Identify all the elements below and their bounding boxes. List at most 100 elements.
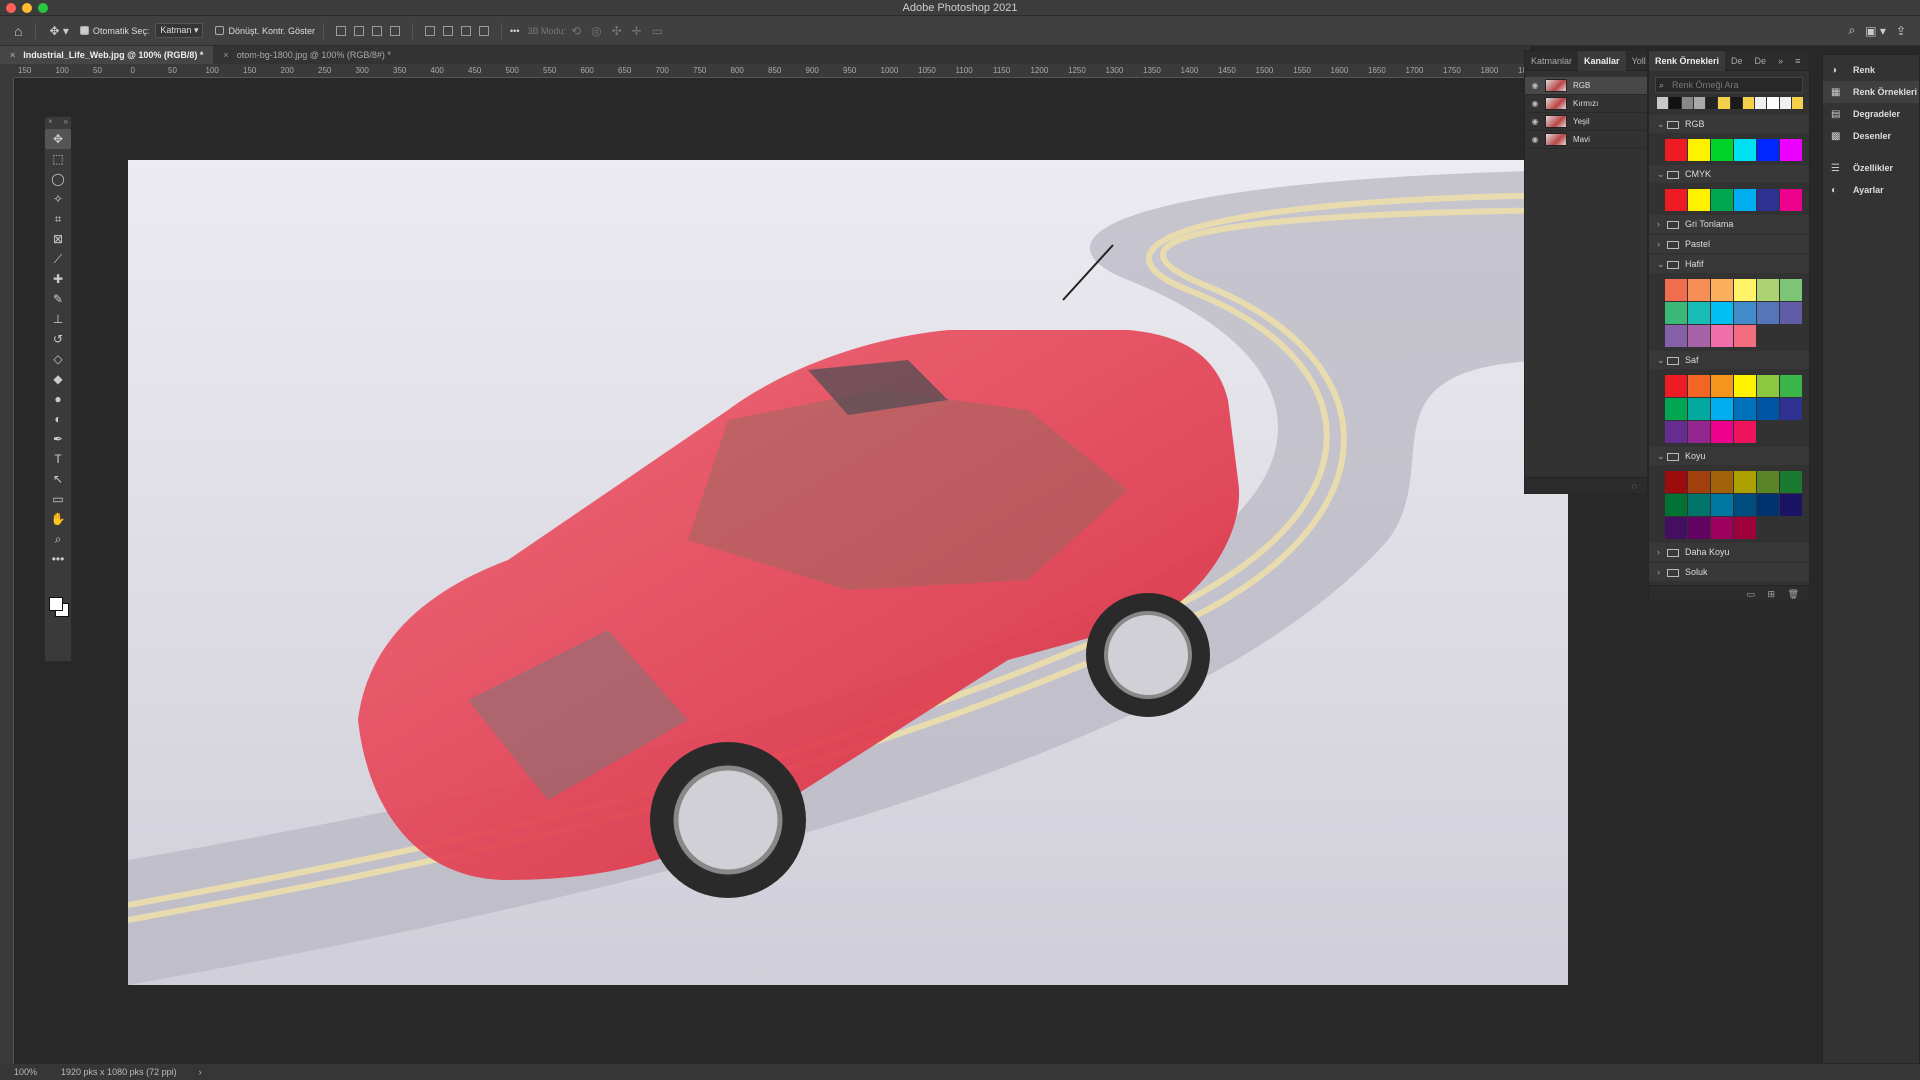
- minimize-window-button[interactable]: [22, 3, 32, 13]
- recent-swatch[interactable]: [1755, 97, 1767, 109]
- move-tool-preset-icon[interactable]: ✥ ▾: [49, 24, 68, 38]
- recent-swatch[interactable]: [1742, 97, 1754, 109]
- recent-swatch[interactable]: [1779, 97, 1791, 109]
- auto-select-dropdown[interactable]: Katman ▾: [155, 23, 204, 38]
- close-tab-icon[interactable]: ×: [10, 50, 15, 60]
- align-top-icon[interactable]: [425, 25, 436, 36]
- swatch-group-header[interactable]: › Soluk: [1649, 563, 1809, 581]
- color-swatch[interactable]: [1688, 279, 1710, 301]
- eyedropper-icon[interactable]: ⟋: [45, 249, 71, 269]
- workspace-icon[interactable]: ▣ ▾: [1865, 24, 1886, 38]
- panel-item-adjustments[interactable]: ◐ Ayarlar: [1823, 179, 1919, 201]
- new-group-icon[interactable]: ▭: [1746, 589, 1755, 599]
- panel-item-pattern[interactable]: ▩ Desenler: [1823, 125, 1919, 147]
- color-swatch[interactable]: [1780, 279, 1802, 301]
- recent-swatch[interactable]: [1693, 97, 1705, 109]
- stamp-icon[interactable]: ⊥: [45, 309, 71, 329]
- color-swatch[interactable]: [1711, 279, 1733, 301]
- paint-bucket-icon[interactable]: ◆: [45, 369, 71, 389]
- tab-channels[interactable]: Kanallar: [1578, 50, 1626, 71]
- color-swatch[interactable]: [1757, 139, 1779, 161]
- document-tab-1[interactable]: × Industrial_Life_Web.jpg @ 100% (RGB/8) …: [0, 46, 214, 64]
- color-swatch[interactable]: [1665, 517, 1687, 539]
- align-left-icon[interactable]: [336, 25, 347, 36]
- swatch-group-header[interactable]: ⌄ Koyu: [1649, 447, 1809, 465]
- color-swatch[interactable]: [1688, 494, 1710, 516]
- color-swatch[interactable]: [1780, 398, 1802, 420]
- color-swatch[interactable]: [1688, 421, 1710, 443]
- color-swatch[interactable]: [1734, 375, 1756, 397]
- color-swatch[interactable]: [1734, 302, 1756, 324]
- visibility-eye-icon[interactable]: ◉: [1529, 135, 1541, 144]
- close-window-button[interactable]: [6, 3, 16, 13]
- color-swatch[interactable]: [1688, 189, 1710, 211]
- chevron-right-icon[interactable]: ›: [1657, 215, 1667, 233]
- color-swatch[interactable]: [1757, 494, 1779, 516]
- chevron-right-icon[interactable]: ›: [1657, 235, 1667, 253]
- color-swatch[interactable]: [1688, 517, 1710, 539]
- horizontal-ruler[interactable]: 150 100 50 0 50 100 150 200 250 300 350 400 450 500 55…: [14, 64, 1530, 78]
- swatch-search-input[interactable]: ⌕ Renk Örneği Ara: [1655, 77, 1803, 93]
- panel-item-properties[interactable]: ☰ Özellikler: [1823, 157, 1919, 179]
- swatch-group-header[interactable]: › Gri Tonlama: [1649, 215, 1809, 233]
- color-swatch[interactable]: [1734, 471, 1756, 493]
- color-swatch[interactable]: [1665, 494, 1687, 516]
- color-swatch[interactable]: [1665, 189, 1687, 211]
- color-swatch[interactable]: [1688, 375, 1710, 397]
- path-select-icon[interactable]: ↖: [45, 469, 71, 489]
- color-swatch[interactable]: [1665, 325, 1687, 347]
- frame-icon[interactable]: ⊠: [45, 229, 71, 249]
- hand-icon[interactable]: ✋: [45, 509, 71, 529]
- swatch-group-header[interactable]: › Daha Koyu: [1649, 543, 1809, 561]
- color-swatch[interactable]: [1734, 279, 1756, 301]
- align-center-icon[interactable]: [354, 25, 365, 36]
- recent-swatch[interactable]: [1718, 97, 1730, 109]
- swatch-group-header[interactable]: › Pastel: [1649, 235, 1809, 253]
- search-icon[interactable]: ⌕: [1849, 23, 1856, 38]
- tab-layers[interactable]: Katmanlar: [1525, 51, 1578, 71]
- color-swatch[interactable]: [1688, 302, 1710, 324]
- recent-swatch[interactable]: [1767, 97, 1779, 109]
- color-swatch[interactable]: [1711, 325, 1733, 347]
- zoom-window-button[interactable]: [38, 3, 48, 13]
- type-icon[interactable]: T: [45, 449, 71, 469]
- load-selection-icon[interactable]: ◌: [1632, 481, 1637, 491]
- channel-row[interactable]: ◉ Kırmızı: [1525, 95, 1647, 113]
- magic-wand-icon[interactable]: ✧: [45, 189, 71, 209]
- color-swatch[interactable]: [1711, 494, 1733, 516]
- color-swatch[interactable]: [1734, 494, 1756, 516]
- close-tab-icon[interactable]: ×: [223, 50, 228, 60]
- color-swatch[interactable]: [1757, 398, 1779, 420]
- color-swatch[interactable]: [1688, 325, 1710, 347]
- recent-swatch[interactable]: [1791, 97, 1803, 109]
- color-swatch[interactable]: [1665, 421, 1687, 443]
- chevron-right-icon[interactable]: ›: [1657, 563, 1667, 581]
- align-bottom-icon[interactable]: [461, 25, 472, 36]
- expand-icon[interactable]: »: [64, 117, 68, 129]
- healing-icon[interactable]: ✚: [45, 269, 71, 289]
- color-swatch[interactable]: [1734, 517, 1756, 539]
- color-swatch[interactable]: [1734, 421, 1756, 443]
- history-brush-icon[interactable]: ↺: [45, 329, 71, 349]
- slide-3d-icon[interactable]: ✛: [632, 24, 642, 38]
- chevron-down-icon[interactable]: ⌄: [1657, 255, 1667, 273]
- new-swatch-icon[interactable]: ⊞: [1768, 589, 1776, 599]
- chevron-right-icon[interactable]: ›: [1657, 543, 1667, 561]
- swatch-group-header[interactable]: ⌄ CMYK: [1649, 165, 1809, 183]
- panel-item-color-wheel[interactable]: ◑ Renk: [1823, 59, 1919, 81]
- blur-icon[interactable]: ●: [45, 389, 71, 409]
- video-camera-icon[interactable]: ▭: [652, 24, 663, 38]
- chevron-down-icon[interactable]: ⌄: [1657, 447, 1667, 465]
- panel-item-swatches[interactable]: ▦ Renk Örnekleri: [1823, 81, 1919, 103]
- color-swatch[interactable]: [1780, 302, 1802, 324]
- color-swatch[interactable]: [1711, 139, 1733, 161]
- more-options-button[interactable]: •••: [510, 26, 519, 36]
- color-swatch[interactable]: [1734, 189, 1756, 211]
- color-swatch[interactable]: [1688, 471, 1710, 493]
- color-swatch[interactable]: [1780, 139, 1802, 161]
- color-swatch[interactable]: [1665, 375, 1687, 397]
- marquee-icon[interactable]: ⬚: [45, 149, 71, 169]
- color-swatch[interactable]: [1688, 398, 1710, 420]
- recent-swatch[interactable]: [1706, 97, 1718, 109]
- recent-swatch[interactable]: [1657, 97, 1669, 109]
